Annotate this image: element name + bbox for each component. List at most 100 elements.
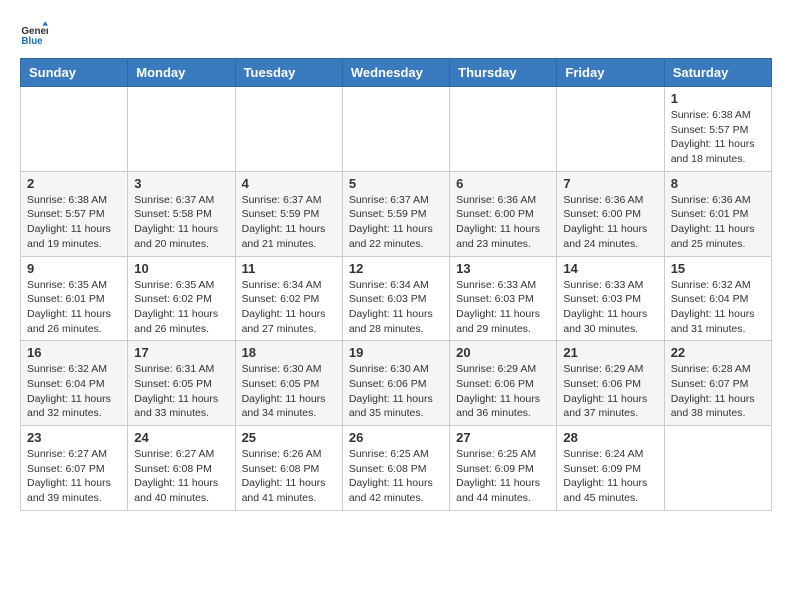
day-number: 17 — [134, 345, 228, 360]
day-number: 8 — [671, 176, 765, 191]
header: General Blue — [20, 20, 772, 48]
calendar-cell: 21 Sunrise: 6:29 AM Sunset: 6:06 PM Dayli… — [557, 341, 664, 426]
weekday-header-sunday: Sunday — [21, 59, 128, 87]
calendar-week-5: 23 Sunrise: 6:27 AM Sunset: 6:07 PM Dayli… — [21, 426, 772, 511]
day-number: 28 — [563, 430, 657, 445]
day-number: 15 — [671, 261, 765, 276]
day-number: 6 — [456, 176, 550, 191]
day-info: Sunrise: 6:29 AM Sunset: 6:06 PM Dayligh… — [456, 362, 550, 421]
day-info: Sunrise: 6:35 AM Sunset: 6:01 PM Dayligh… — [27, 278, 121, 337]
day-number: 5 — [349, 176, 443, 191]
day-info: Sunrise: 6:33 AM Sunset: 6:03 PM Dayligh… — [563, 278, 657, 337]
calendar-cell: 9 Sunrise: 6:35 AM Sunset: 6:01 PM Daylig… — [21, 256, 128, 341]
calendar-cell: 19 Sunrise: 6:30 AM Sunset: 6:06 PM Dayli… — [342, 341, 449, 426]
calendar-cell: 7 Sunrise: 6:36 AM Sunset: 6:00 PM Daylig… — [557, 171, 664, 256]
day-number: 2 — [27, 176, 121, 191]
day-info: Sunrise: 6:38 AM Sunset: 5:57 PM Dayligh… — [671, 108, 765, 167]
calendar-cell — [342, 87, 449, 172]
calendar-cell: 8 Sunrise: 6:36 AM Sunset: 6:01 PM Daylig… — [664, 171, 771, 256]
calendar-week-2: 2Sunrise: 6:38 AM Sunset: 5:57 PM Daylig… — [21, 171, 772, 256]
calendar-cell: 16 Sunrise: 6:32 AM Sunset: 6:04 PM Dayli… — [21, 341, 128, 426]
day-info: Sunrise: 6:24 AM Sunset: 6:09 PM Dayligh… — [563, 447, 657, 506]
calendar-cell: 13 Sunrise: 6:33 AM Sunset: 6:03 PM Dayli… — [450, 256, 557, 341]
day-number: 16 — [27, 345, 121, 360]
day-number: 23 — [27, 430, 121, 445]
day-info: Sunrise: 6:35 AM Sunset: 6:02 PM Dayligh… — [134, 278, 228, 337]
calendar-cell — [235, 87, 342, 172]
calendar-cell: 10 Sunrise: 6:35 AM Sunset: 6:02 PM Dayli… — [128, 256, 235, 341]
day-info: Sunrise: 6:26 AM Sunset: 6:08 PM Dayligh… — [242, 447, 336, 506]
day-info: Sunrise: 6:27 AM Sunset: 6:07 PM Dayligh… — [27, 447, 121, 506]
day-info: Sunrise: 6:37 AM Sunset: 5:59 PM Dayligh… — [242, 193, 336, 252]
day-info: Sunrise: 6:30 AM Sunset: 6:05 PM Dayligh… — [242, 362, 336, 421]
calendar-cell: 1 Sunrise: 6:38 AM Sunset: 5:57 PM Daylig… — [664, 87, 771, 172]
svg-text:Blue: Blue — [21, 36, 43, 47]
day-number: 11 — [242, 261, 336, 276]
calendar-cell: 25 Sunrise: 6:26 AM Sunset: 6:08 PM Dayli… — [235, 426, 342, 511]
calendar-week-3: 9 Sunrise: 6:35 AM Sunset: 6:01 PM Daylig… — [21, 256, 772, 341]
calendar-cell: 2Sunrise: 6:38 AM Sunset: 5:57 PM Daylig… — [21, 171, 128, 256]
calendar-cell: 4 Sunrise: 6:37 AM Sunset: 5:59 PM Daylig… — [235, 171, 342, 256]
weekday-header-friday: Friday — [557, 59, 664, 87]
calendar-cell: 23 Sunrise: 6:27 AM Sunset: 6:07 PM Dayli… — [21, 426, 128, 511]
day-info: Sunrise: 6:28 AM Sunset: 6:07 PM Dayligh… — [671, 362, 765, 421]
day-number: 22 — [671, 345, 765, 360]
calendar-week-1: 1 Sunrise: 6:38 AM Sunset: 5:57 PM Daylig… — [21, 87, 772, 172]
day-number: 19 — [349, 345, 443, 360]
day-info: Sunrise: 6:36 AM Sunset: 6:01 PM Dayligh… — [671, 193, 765, 252]
day-info: Sunrise: 6:25 AM Sunset: 6:08 PM Dayligh… — [349, 447, 443, 506]
weekday-header-thursday: Thursday — [450, 59, 557, 87]
day-number: 13 — [456, 261, 550, 276]
day-number: 24 — [134, 430, 228, 445]
day-number: 14 — [563, 261, 657, 276]
day-number: 21 — [563, 345, 657, 360]
day-number: 4 — [242, 176, 336, 191]
day-info: Sunrise: 6:34 AM Sunset: 6:03 PM Dayligh… — [349, 278, 443, 337]
day-info: Sunrise: 6:37 AM Sunset: 5:59 PM Dayligh… — [349, 193, 443, 252]
weekday-header-wednesday: Wednesday — [342, 59, 449, 87]
day-info: Sunrise: 6:33 AM Sunset: 6:03 PM Dayligh… — [456, 278, 550, 337]
day-number: 3 — [134, 176, 228, 191]
weekday-header-tuesday: Tuesday — [235, 59, 342, 87]
day-info: Sunrise: 6:37 AM Sunset: 5:58 PM Dayligh… — [134, 193, 228, 252]
day-info: Sunrise: 6:30 AM Sunset: 6:06 PM Dayligh… — [349, 362, 443, 421]
weekday-header-saturday: Saturday — [664, 59, 771, 87]
day-number: 10 — [134, 261, 228, 276]
calendar-cell — [21, 87, 128, 172]
logo-icon: General Blue — [20, 20, 48, 48]
calendar-cell: 17 Sunrise: 6:31 AM Sunset: 6:05 PM Dayli… — [128, 341, 235, 426]
day-number: 18 — [242, 345, 336, 360]
weekday-header-monday: Monday — [128, 59, 235, 87]
calendar-cell: 3 Sunrise: 6:37 AM Sunset: 5:58 PM Daylig… — [128, 171, 235, 256]
calendar-cell: 20 Sunrise: 6:29 AM Sunset: 6:06 PM Dayli… — [450, 341, 557, 426]
day-number: 1 — [671, 91, 765, 106]
calendar-cell: 5 Sunrise: 6:37 AM Sunset: 5:59 PM Daylig… — [342, 171, 449, 256]
calendar-cell: 15 Sunrise: 6:32 AM Sunset: 6:04 PM Dayli… — [664, 256, 771, 341]
day-info: Sunrise: 6:32 AM Sunset: 6:04 PM Dayligh… — [27, 362, 121, 421]
calendar-cell: 6 Sunrise: 6:36 AM Sunset: 6:00 PM Daylig… — [450, 171, 557, 256]
day-number: 12 — [349, 261, 443, 276]
day-info: Sunrise: 6:36 AM Sunset: 6:00 PM Dayligh… — [456, 193, 550, 252]
calendar-cell: 11 Sunrise: 6:34 AM Sunset: 6:02 PM Dayli… — [235, 256, 342, 341]
calendar-cell: 14 Sunrise: 6:33 AM Sunset: 6:03 PM Dayli… — [557, 256, 664, 341]
day-number: 9 — [27, 261, 121, 276]
calendar-cell: 18 Sunrise: 6:30 AM Sunset: 6:05 PM Dayli… — [235, 341, 342, 426]
calendar-cell — [664, 426, 771, 511]
day-info: Sunrise: 6:36 AM Sunset: 6:00 PM Dayligh… — [563, 193, 657, 252]
calendar-cell — [128, 87, 235, 172]
calendar: SundayMondayTuesdayWednesdayThursdayFrid… — [20, 58, 772, 511]
calendar-cell: 26Sunrise: 6:25 AM Sunset: 6:08 PM Dayli… — [342, 426, 449, 511]
day-info: Sunrise: 6:32 AM Sunset: 6:04 PM Dayligh… — [671, 278, 765, 337]
day-number: 7 — [563, 176, 657, 191]
day-info: Sunrise: 6:29 AM Sunset: 6:06 PM Dayligh… — [563, 362, 657, 421]
day-number: 20 — [456, 345, 550, 360]
calendar-cell: 24Sunrise: 6:27 AM Sunset: 6:08 PM Dayli… — [128, 426, 235, 511]
calendar-week-4: 16 Sunrise: 6:32 AM Sunset: 6:04 PM Dayli… — [21, 341, 772, 426]
day-info: Sunrise: 6:31 AM Sunset: 6:05 PM Dayligh… — [134, 362, 228, 421]
calendar-cell: 22 Sunrise: 6:28 AM Sunset: 6:07 PM Dayli… — [664, 341, 771, 426]
day-info: Sunrise: 6:34 AM Sunset: 6:02 PM Dayligh… — [242, 278, 336, 337]
day-number: 27 — [456, 430, 550, 445]
calendar-cell — [557, 87, 664, 172]
day-info: Sunrise: 6:25 AM Sunset: 6:09 PM Dayligh… — [456, 447, 550, 506]
day-number: 25 — [242, 430, 336, 445]
